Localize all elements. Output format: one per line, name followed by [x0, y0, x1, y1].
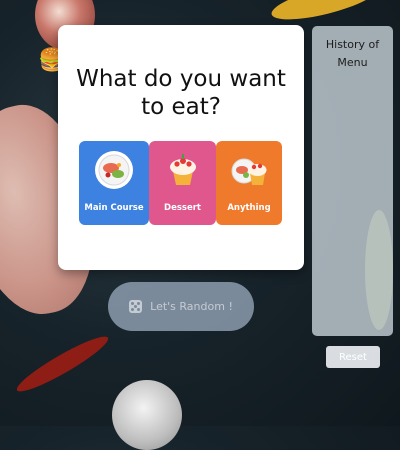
history-title-line-1: History of — [325, 38, 380, 51]
tile-label: Anything — [227, 203, 271, 213]
cupcake-icon — [164, 151, 202, 189]
tile-label: Main Course — [84, 203, 144, 213]
dessert-tile[interactable]: Dessert — [149, 141, 216, 225]
title-line-1: What do you want — [76, 66, 286, 92]
background-pepper — [268, 0, 382, 27]
page-title: What do you want to eat? — [58, 65, 304, 121]
anything-tile[interactable]: Anything — [216, 141, 282, 225]
title-line-2: to eat? — [141, 94, 221, 120]
background-garlic — [112, 380, 182, 450]
menu-choice-card: What do you want to eat? Main Course Des… — [58, 25, 304, 270]
tile-label: Dessert — [164, 203, 201, 213]
reset-button-label: Reset — [339, 351, 367, 363]
dice-icon — [129, 300, 143, 313]
history-title-line-2: Menu — [337, 56, 368, 69]
main-course-tile[interactable]: Main Course — [79, 141, 149, 225]
history-title: History of Menu — [312, 36, 393, 72]
salad-plate-icon — [95, 151, 133, 189]
history-panel: History of Menu — [312, 26, 393, 336]
random-button-label: Let's Random ! — [150, 300, 233, 313]
background-chili — [12, 329, 113, 399]
mixed-food-icon — [230, 151, 268, 189]
reset-button[interactable]: Reset — [326, 346, 380, 368]
random-button[interactable]: Let's Random ! — [108, 282, 254, 331]
